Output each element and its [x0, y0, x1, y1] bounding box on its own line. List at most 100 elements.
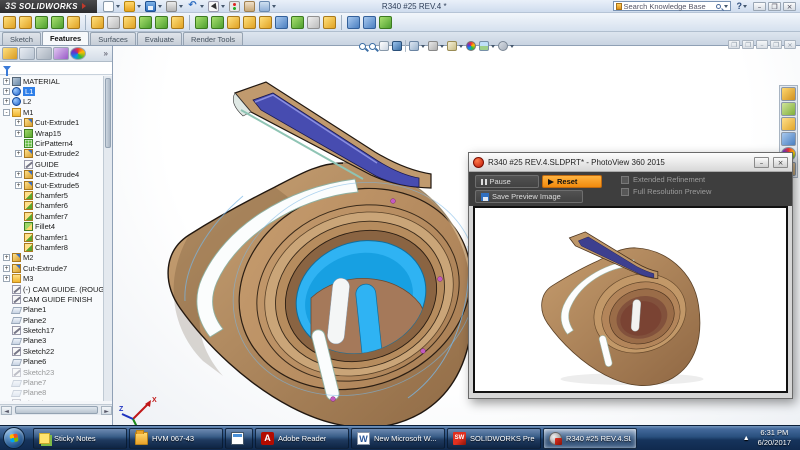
- feature-tool-icon[interactable]: [291, 15, 304, 29]
- tree-item[interactable]: Sketch25: [0, 398, 104, 401]
- feature-tool-icon[interactable]: [275, 15, 288, 29]
- standard-tool-button[interactable]: [145, 0, 162, 12]
- tree-item[interactable]: Sketch17: [0, 325, 104, 336]
- ribbon-tab[interactable]: Surfaces: [90, 32, 136, 45]
- dropdown-caret-icon[interactable]: [459, 44, 463, 48]
- ribbon-tab[interactable]: Evaluate: [136, 32, 182, 45]
- dropdown-caret-icon[interactable]: [221, 4, 225, 8]
- tree-item[interactable]: Plane7: [0, 377, 104, 387]
- dropdown-caret-icon[interactable]: [491, 44, 495, 48]
- save-preview-image-button[interactable]: Save Preview Image: [475, 190, 583, 203]
- doc-close-button[interactable]: ×: [784, 40, 796, 49]
- expand-toggle[interactable]: +: [3, 77, 10, 85]
- tree-item[interactable]: Chamfer7: [0, 211, 104, 221]
- expand-toggle[interactable]: +: [3, 98, 10, 106]
- view-tool-button[interactable]: [359, 42, 366, 50]
- tree-item[interactable]: Sketch22: [0, 346, 104, 356]
- doc-cascade-icon[interactable]: ❐: [728, 40, 740, 49]
- photoview-minimize-button[interactable]: –: [754, 156, 769, 168]
- help-button[interactable]: ?: [737, 1, 743, 11]
- view-tool-button[interactable]: [392, 41, 402, 51]
- taskbar-clock[interactable]: 6:31 PM 6/20/2017: [758, 428, 791, 448]
- view-tool-button[interactable]: [379, 41, 389, 51]
- tree-item[interactable]: (-) CAM GUIDE. (ROUGH M: [0, 284, 104, 294]
- feature-tool-icon[interactable]: [107, 15, 120, 29]
- feature-tool-icon[interactable]: [379, 15, 392, 29]
- feature-tool-icon[interactable]: [211, 15, 224, 29]
- tree-item[interactable]: Plane3: [0, 336, 104, 346]
- view-tool-button[interactable]: [428, 41, 444, 51]
- tree-item[interactable]: Chamfer5: [0, 190, 104, 200]
- doc-restore-button[interactable]: ❐: [770, 40, 782, 49]
- photoview-close-button[interactable]: ×: [773, 156, 788, 168]
- ribbon-tab[interactable]: Render Tools: [183, 32, 244, 45]
- expand-toggle[interactable]: +: [3, 264, 10, 272]
- expand-toggle[interactable]: +: [3, 275, 10, 283]
- tree-item[interactable]: + L2: [0, 97, 104, 107]
- feature-tool-icon[interactable]: [227, 15, 240, 29]
- tree-item[interactable]: + MATERIAL: [0, 76, 104, 86]
- menu-expand-arrow[interactable]: [81, 3, 86, 9]
- feature-tool-icon[interactable]: [19, 15, 32, 29]
- ribbon-tab[interactable]: Sketch: [2, 32, 41, 45]
- tree-item[interactable]: + Wrap15: [0, 128, 104, 138]
- taskbar-button[interactable]: SOLIDWORKS Pre...: [447, 427, 541, 449]
- standard-tool-button[interactable]: [208, 0, 225, 12]
- doc-minimize-button[interactable]: –: [756, 40, 768, 49]
- dropdown-caret-icon[interactable]: [510, 44, 514, 48]
- feature-tool-icon[interactable]: [155, 15, 168, 29]
- dropdown-caret-icon[interactable]: [179, 4, 183, 8]
- standard-tool-button[interactable]: [166, 0, 183, 12]
- dropdown-caret-icon[interactable]: [200, 4, 204, 8]
- view-tool-button[interactable]: [447, 41, 463, 51]
- feature-tool-icon[interactable]: [3, 15, 16, 29]
- ribbon-tab[interactable]: Features: [41, 31, 90, 45]
- expand-toggle[interactable]: +: [15, 150, 22, 158]
- view-tool-button[interactable]: [405, 40, 406, 52]
- panel-tab-icon[interactable]: [2, 47, 18, 60]
- tree-item[interactable]: CirPattern4: [0, 138, 104, 149]
- standard-tool-button[interactable]: [259, 0, 276, 12]
- task-pane-tab-icon[interactable]: [781, 117, 796, 131]
- tree-item[interactable]: Plane8: [0, 388, 104, 398]
- taskbar-button[interactable]: HVM 067-43: [129, 427, 223, 449]
- expand-toggle[interactable]: +: [15, 129, 22, 137]
- feature-tool-icon[interactable]: [35, 15, 48, 29]
- tree-item[interactable]: - M1: [0, 107, 104, 117]
- scroll-right-arrow[interactable]: ►: [101, 405, 112, 415]
- restore-button[interactable]: ❐: [768, 1, 781, 11]
- tree-item[interactable]: Plane2: [0, 315, 104, 325]
- pause-button[interactable]: Pause: [475, 175, 539, 188]
- task-pane-tab-icon[interactable]: [781, 102, 796, 116]
- checkbox-icon[interactable]: [621, 175, 629, 184]
- task-pane-tab-icon[interactable]: [781, 132, 796, 146]
- feature-tool-icon[interactable]: [341, 14, 342, 30]
- expand-toggle[interactable]: +: [15, 119, 22, 127]
- view-tool-button[interactable]: [498, 41, 514, 51]
- help-caret-icon[interactable]: [743, 4, 747, 8]
- task-pane-tab-icon[interactable]: [781, 87, 796, 101]
- feature-tool-icon[interactable]: [307, 15, 320, 29]
- feature-tool-icon[interactable]: [139, 15, 152, 29]
- feature-tool-icon[interactable]: [91, 15, 104, 29]
- feature-tool-icon[interactable]: [323, 15, 336, 29]
- expand-toggle[interactable]: +: [15, 171, 22, 179]
- tree-filter[interactable]: [0, 62, 112, 76]
- standard-tool-button[interactable]: [229, 0, 240, 12]
- taskbar-button[interactable]: Sticky Notes: [33, 427, 127, 449]
- dropdown-caret-icon[interactable]: [440, 44, 444, 48]
- tree-item[interactable]: Fillet4: [0, 221, 104, 232]
- panel-tab-icon[interactable]: [70, 47, 86, 60]
- search-options-caret-icon[interactable]: [723, 4, 728, 8]
- close-button[interactable]: ×: [783, 1, 796, 11]
- panel-tab-icon[interactable]: [53, 47, 69, 60]
- tree-item[interactable]: Chamfer6: [0, 201, 104, 211]
- feature-tool-icon[interactable]: [347, 15, 360, 29]
- standard-tool-button[interactable]: [187, 1, 204, 12]
- start-button[interactable]: [3, 427, 25, 449]
- view-tool-button[interactable]: [369, 42, 376, 50]
- panel-tab-icon[interactable]: [19, 47, 35, 60]
- photoview-title-bar[interactable]: R340 #25 REV.4.SLDPRT* - PhotoView 360 2…: [469, 153, 792, 172]
- feature-tool-icon[interactable]: [85, 14, 86, 30]
- scrollbar-thumb[interactable]: [15, 406, 98, 414]
